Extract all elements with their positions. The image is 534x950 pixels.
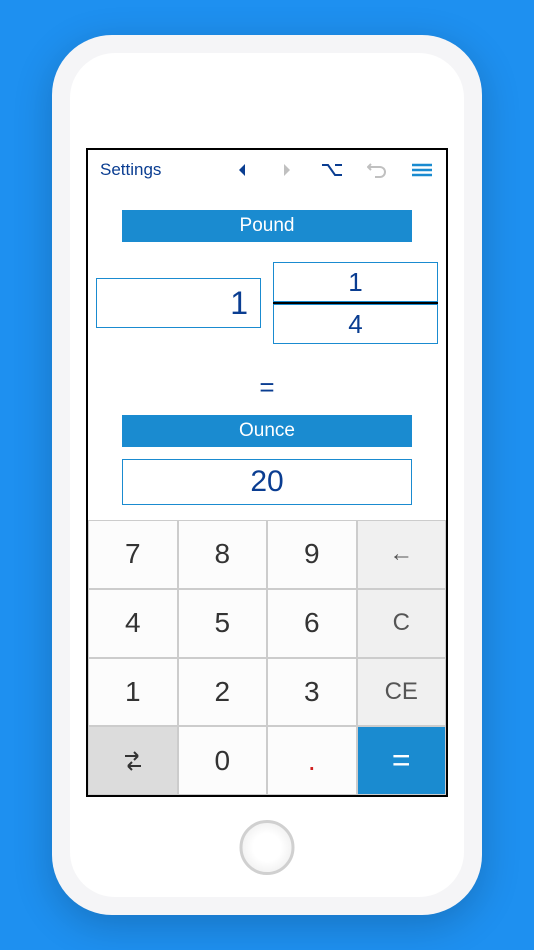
fraction-input-row: 1 1 4 <box>96 262 438 344</box>
key-clear-entry[interactable]: CE <box>357 658 447 727</box>
output-unit-label[interactable]: Ounce <box>122 415 412 447</box>
key-0[interactable]: 0 <box>178 726 268 795</box>
whole-number-input[interactable]: 1 <box>96 278 261 328</box>
display-area: Pound 1 1 4 = Ounce 20 <box>88 190 446 520</box>
key-8[interactable]: 8 <box>178 520 268 589</box>
keypad: 7 8 9 ← 4 5 6 C 1 2 3 CE <box>88 520 446 795</box>
key-3[interactable]: 3 <box>267 658 357 727</box>
option-key-icon[interactable] <box>309 150 354 190</box>
input-unit-label[interactable]: Pound <box>122 210 412 242</box>
undo-icon <box>354 150 399 190</box>
result-value[interactable]: 20 <box>122 459 412 505</box>
key-decimal[interactable]: . <box>267 726 357 795</box>
key-2[interactable]: 2 <box>178 658 268 727</box>
numerator-input[interactable]: 1 <box>273 262 438 302</box>
denominator-input[interactable]: 4 <box>273 304 438 344</box>
key-9[interactable]: 9 <box>267 520 357 589</box>
key-1[interactable]: 1 <box>88 658 178 727</box>
forward-arrow-icon <box>264 150 309 190</box>
key-clear[interactable]: C <box>357 589 447 658</box>
settings-button[interactable]: Settings <box>90 160 171 180</box>
toolbar: Settings <box>88 150 446 190</box>
phone-body: Settings P <box>70 53 464 897</box>
home-button[interactable] <box>240 820 295 875</box>
key-5[interactable]: 5 <box>178 589 268 658</box>
equals-sign: = <box>259 372 274 403</box>
fraction-part: 1 4 <box>273 262 438 344</box>
app-screen: Settings P <box>86 148 448 797</box>
phone-frame: Settings P <box>52 35 482 915</box>
key-6[interactable]: 6 <box>267 589 357 658</box>
menu-icon[interactable] <box>399 150 444 190</box>
back-arrow-icon[interactable] <box>219 150 264 190</box>
key-backspace[interactable]: ← <box>357 520 447 589</box>
key-7[interactable]: 7 <box>88 520 178 589</box>
key-swap[interactable] <box>88 726 178 795</box>
swap-icon <box>120 750 146 772</box>
key-4[interactable]: 4 <box>88 589 178 658</box>
key-equals[interactable]: = <box>357 726 447 795</box>
